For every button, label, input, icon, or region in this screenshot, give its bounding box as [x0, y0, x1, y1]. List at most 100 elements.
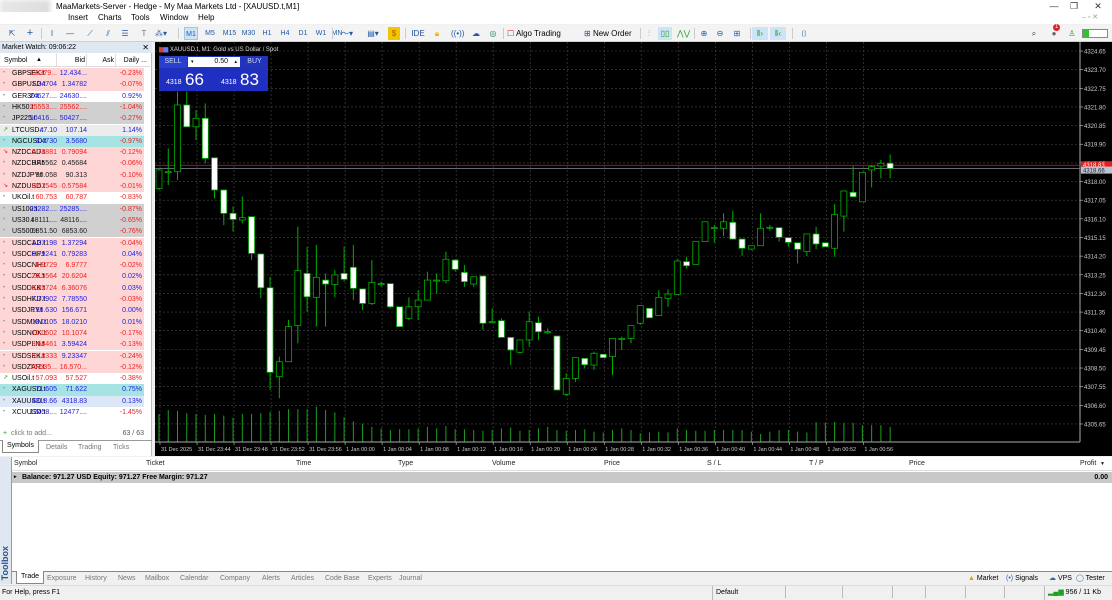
menu-window[interactable]: Window: [160, 13, 188, 22]
col-type[interactable]: Type: [398, 460, 413, 467]
candlestick-icon[interactable]: ▯▯: [658, 27, 672, 40]
line-chart-icon[interactable]: ⋀⋁: [677, 27, 690, 40]
market-watch-row[interactable]: • JP225.t 50416.... 50427.... -0.27%: [0, 113, 144, 125]
notifications-icon[interactable]: ● 1: [1046, 24, 1062, 40]
market-watch-row[interactable]: • USDHKD.t 7.77902 7.78550 -0.03%: [0, 294, 144, 306]
column-symbol[interactable]: Symbol: [4, 54, 27, 67]
price-chart[interactable]: 4324.65 4323.70 4322.75 4321.80 4320.85 4319.…: [155, 42, 1112, 456]
close-panel-icon[interactable]: ✕: [142, 42, 149, 53]
chart-type-dropdown-icon[interactable]: 〜▾: [336, 27, 358, 40]
tab-exposure[interactable]: Exposure: [47, 573, 77, 584]
market-watch-row[interactable]: • GBPSEK.t 12.379... 12.434... -0.23%: [0, 68, 144, 80]
market-watch-row[interactable]: • XCUUSD.t 12458.... 12477.... -1.45%: [0, 407, 144, 419]
timeframe-d1[interactable]: D1: [296, 27, 310, 40]
zoom-out-icon[interactable]: ⊖: [714, 27, 726, 40]
tab-code-base[interactable]: Code Base: [325, 573, 360, 584]
add-symbol-row[interactable]: + click to add... 63 / 63: [0, 428, 150, 439]
col-time[interactable]: Time: [296, 460, 311, 467]
new-order-button[interactable]: ⊞ New Order: [584, 27, 636, 40]
col-profit[interactable]: Profit: [1080, 460, 1096, 467]
tab-news[interactable]: News: [118, 573, 136, 584]
buy-button[interactable]: BUY: [241, 56, 268, 68]
market-watch-row[interactable]: • XAGUSD.t 71.605 71.622 0.75%: [0, 384, 144, 396]
horizontal-line-icon[interactable]: —: [64, 27, 76, 40]
tab-company[interactable]: Company: [220, 573, 250, 584]
tab-trading[interactable]: Trading: [78, 442, 101, 453]
market-watch-row[interactable]: • USDMXN.t 18.0105 18.0210 0.01%: [0, 316, 144, 328]
tab-journal[interactable]: Journal: [399, 573, 422, 584]
volume-increase-icon[interactable]: ▴: [234, 57, 237, 67]
market-watch-row[interactable]: • USDJPY.t 156.630 156.671 0.00%: [0, 305, 144, 317]
toolbox-side-label[interactable]: Toolbox: [0, 457, 12, 584]
market-watch-row[interactable]: • UKOil.t 60.753 60.787 -0.83%: [0, 192, 144, 204]
vertical-line-icon[interactable]: ǀ: [46, 27, 58, 40]
menu-tools[interactable]: Tools: [131, 13, 150, 22]
add-symbol-input[interactable]: click to add...: [11, 428, 52, 439]
timeframe-m30[interactable]: M30: [240, 27, 257, 40]
market-watch-row[interactable]: • USDZAR.t 16.535... 16.570... -0.12%: [0, 361, 144, 374]
tester-link[interactable]: ◯ Tester: [1076, 573, 1105, 584]
market-watch-row[interactable]: • XAUUSD.t 4318.66 4318.83 0.13%: [0, 395, 144, 407]
channel-icon[interactable]: ⫽: [102, 27, 114, 40]
timeframe-w1[interactable]: W1: [314, 27, 328, 40]
chart-window[interactable]: 4324.65 4323.70 4322.75 4321.80 4320.85 4319.…: [155, 42, 1112, 456]
tab-details[interactable]: Details: [46, 442, 67, 453]
market-watch-row[interactable]: • USDCZK.t 20.5564 20.6204 0.02%: [0, 271, 144, 283]
algo-trading-button[interactable]: ☐ Algo Trading: [507, 27, 579, 40]
market-watch-row[interactable]: • USDCHF.t 0.79241 0.79283 0.04%: [0, 248, 144, 261]
radar-icon[interactable]: ◎: [487, 27, 499, 40]
volume-input[interactable]: ▾ 0.50 ▴: [188, 57, 240, 67]
account-icon[interactable]: ♙: [1066, 27, 1078, 40]
balance-row[interactable]: ▸ Balance: 971.27 USD Equity: 971.27 Fre…: [12, 472, 1112, 483]
timeframe-h4[interactable]: H4: [278, 27, 292, 40]
col-volume[interactable]: Volume: [492, 460, 515, 467]
market-watch-row[interactable]: • USDNOK.t 10.0602 10.1074 -0.17%: [0, 327, 144, 340]
market-watch-row[interactable]: • USDDKK.t 6.35724 6.36076 0.03%: [0, 282, 144, 294]
tab-articles[interactable]: Articles: [291, 573, 314, 584]
bar-chart-icon[interactable]: ⫶: [643, 27, 655, 40]
tab-history[interactable]: History: [85, 573, 107, 584]
chart-shift-icon[interactable]: ⫴‹: [770, 27, 786, 40]
shapes-icon[interactable]: ⁂▾: [152, 27, 170, 40]
column-bid[interactable]: Bid: [75, 54, 85, 67]
dollar-icon[interactable]: $: [388, 27, 400, 40]
screenshot-icon[interactable]: ⌷: [797, 27, 811, 40]
market-watch-row[interactable]: • USDCAD.t 1.37198 1.37294 -0.04%: [0, 237, 144, 249]
text-icon[interactable]: T: [138, 27, 150, 40]
autoscroll-icon[interactable]: ⫴›: [752, 27, 768, 40]
timeframe-m1[interactable]: M1: [184, 27, 198, 40]
zoom-in-icon[interactable]: ⊕: [698, 27, 710, 40]
cursor-icon[interactable]: ⇱: [6, 27, 18, 40]
menu-charts[interactable]: Charts: [98, 13, 122, 22]
search-icon[interactable]: ⌕: [1028, 27, 1040, 40]
col-sl[interactable]: S / L: [707, 460, 721, 467]
sell-price-button[interactable]: 4318 66: [159, 69, 213, 91]
template-dropdown-icon[interactable]: ▤▾: [362, 27, 384, 40]
market-watch-row[interactable]: ↗ LTCUSD.t 47.10 107.14 1.14%: [0, 124, 144, 136]
market-watch-row[interactable]: • US100.t 25282.... 25285.... -0.87%: [0, 203, 144, 215]
market-watch-row[interactable]: ↘ NZDCAD.t 0.78881 0.79094 -0.12%: [0, 147, 144, 159]
timeframe-m15[interactable]: M15: [221, 27, 238, 40]
market-watch-row[interactable]: • US500.t 6851.50 6853.60 -0.76%: [0, 226, 144, 238]
market-watch-row[interactable]: • HK50.t 25553.... 25562.... -1.04%: [0, 101, 144, 114]
col-ticket[interactable]: Ticket: [146, 460, 164, 467]
close-button[interactable]: ✕: [1088, 1, 1108, 12]
market-watch-row[interactable]: • GBPUSD.t 1.34704 1.34782 -0.07%: [0, 79, 144, 91]
tab-trade[interactable]: Trade: [16, 571, 45, 584]
col-price[interactable]: Price: [604, 460, 620, 467]
crosshair-icon[interactable]: +: [24, 27, 36, 40]
vps-link[interactable]: ☁ VPS: [1049, 573, 1072, 584]
fibonacci-icon[interactable]: ☰: [119, 27, 131, 40]
trendline-icon[interactable]: ⟋: [84, 27, 96, 40]
child-window-controls[interactable]: – ▫ ✕: [1082, 13, 1098, 21]
buy-price-button[interactable]: 4318 83: [214, 69, 268, 91]
market-watch-row[interactable]: • GER30.t 24627.... 24630.... 0.92%: [0, 90, 144, 102]
signals-link[interactable]: (•) Signals: [1006, 573, 1038, 584]
menu-insert[interactable]: Insert: [68, 13, 88, 22]
signals-icon[interactable]: ((•)): [451, 27, 464, 40]
col-current-price[interactable]: Price: [909, 460, 925, 467]
market-link[interactable]: ▲ Market: [968, 573, 998, 584]
tab-experts[interactable]: Experts: [368, 573, 392, 584]
col-tp[interactable]: T / P: [809, 460, 824, 467]
market-lock-icon[interactable]: 🔒︎: [431, 27, 443, 40]
